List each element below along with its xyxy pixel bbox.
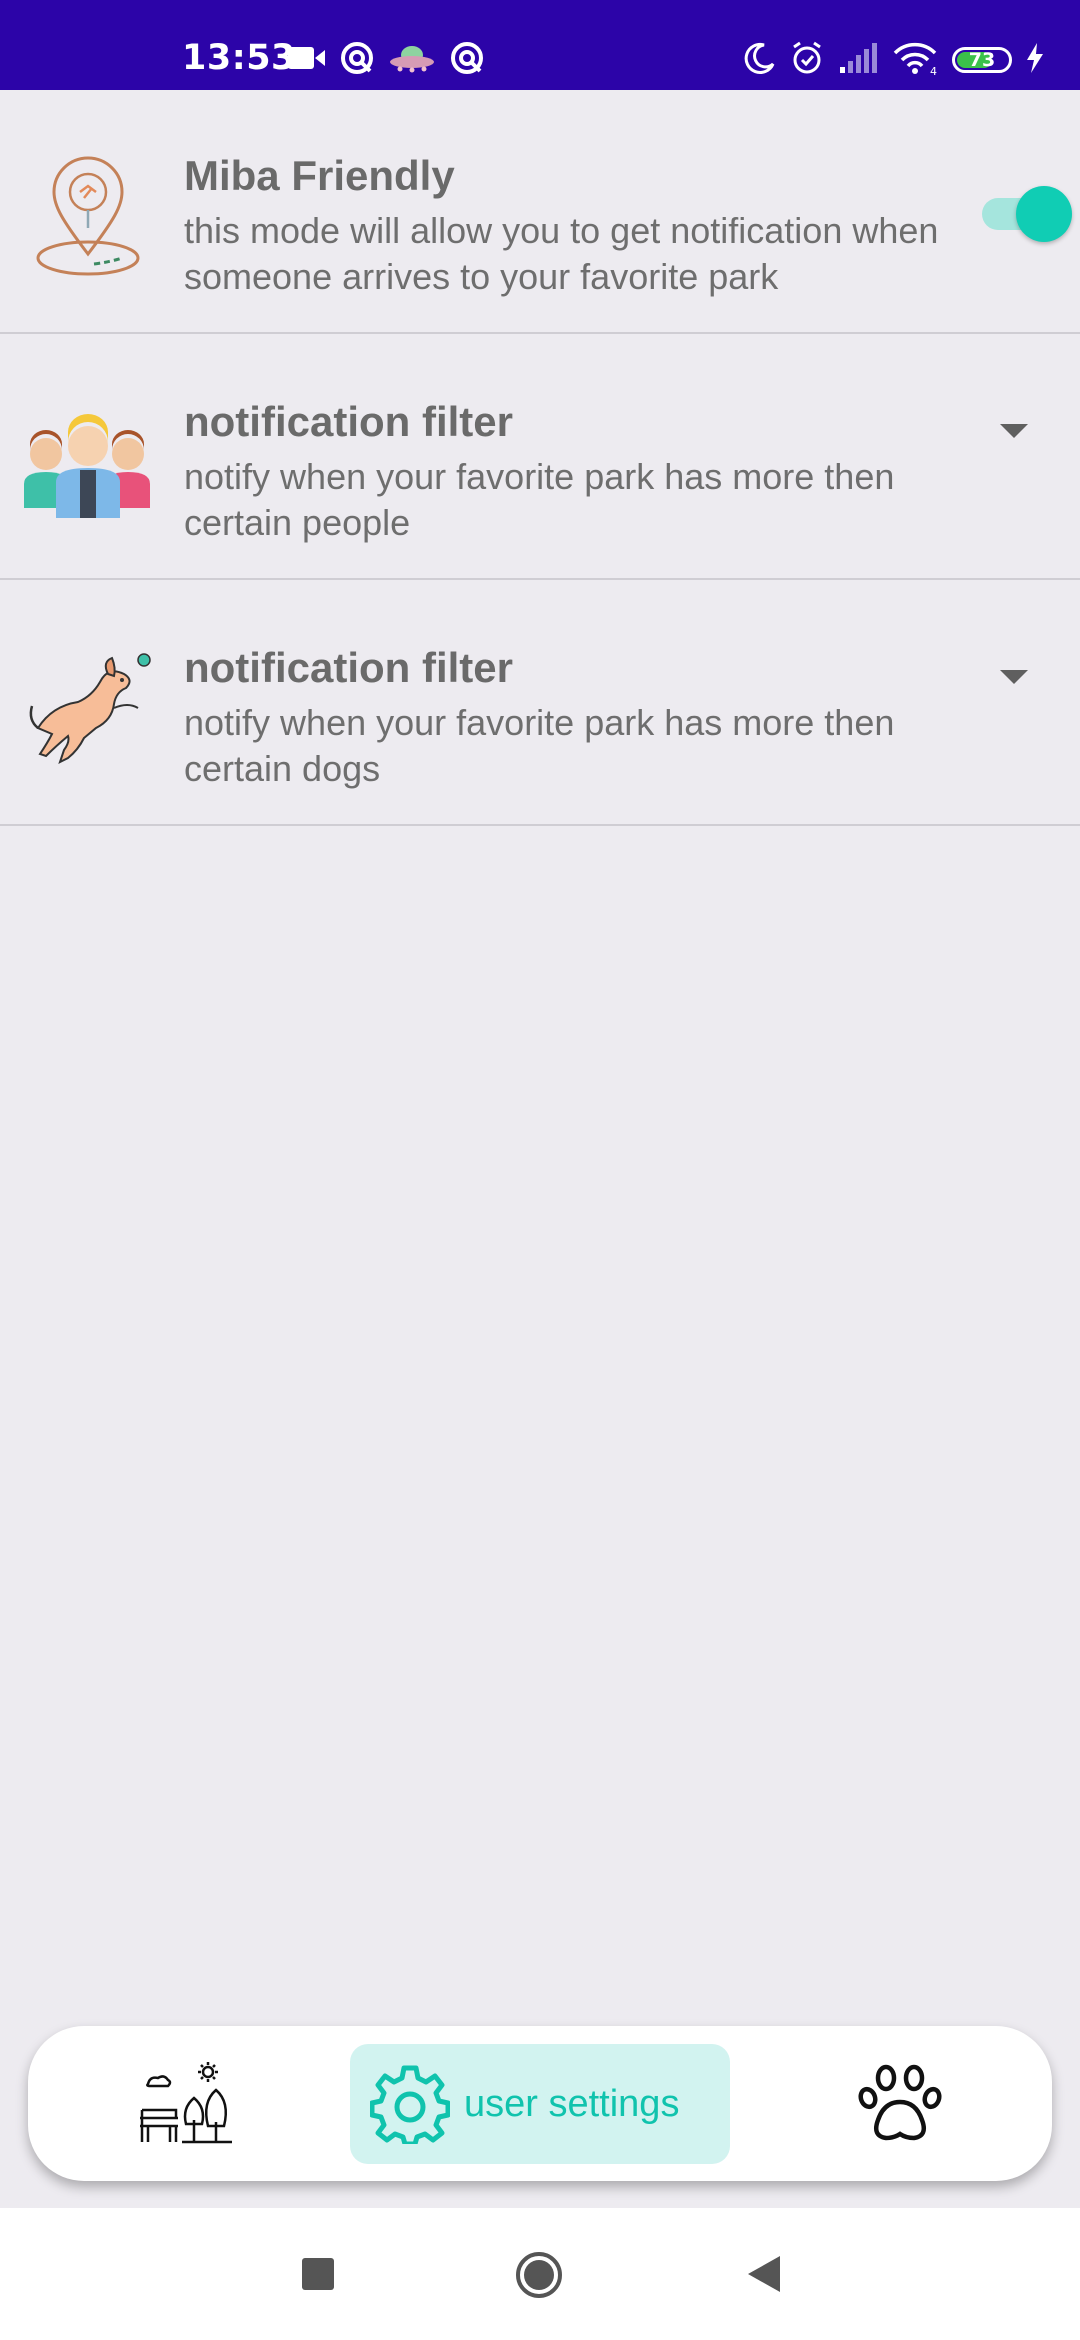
paw-icon[interactable]: [858, 2064, 942, 2144]
toggle-thumb: [1016, 186, 1072, 242]
charging-icon: [1026, 42, 1044, 78]
miba-friendly-description: this mode will allow you to get notifica…: [184, 210, 939, 297]
park-bench-trees-icon[interactable]: [138, 2062, 234, 2146]
signal-icon: [838, 42, 878, 78]
setting-row-miba-friendly: Miba Friendly this mode will allow you t…: [0, 90, 1080, 334]
status-left-icons: [288, 41, 484, 80]
setting-row-dogs-filter[interactable]: notification filter notify when your fav…: [0, 582, 1080, 826]
user-settings-tab[interactable]: user settings: [350, 2044, 730, 2164]
svg-text:4: 4: [930, 65, 937, 75]
back-button[interactable]: [746, 2254, 782, 2294]
chevron-down-icon[interactable]: [1000, 670, 1028, 684]
battery-level: 73: [968, 49, 996, 71]
jumping-dog-icon: [22, 646, 154, 778]
dogs-filter-title: notification filter: [184, 644, 513, 691]
people-group-icon: [22, 408, 154, 540]
battery-icon: 73: [952, 47, 1012, 73]
miba-friendly-toggle[interactable]: [982, 186, 1072, 242]
home-button[interactable]: [514, 2250, 564, 2300]
user-settings-label: user settings: [464, 2082, 680, 2125]
alarm-icon: [790, 41, 824, 80]
chevron-down-icon[interactable]: [1000, 424, 1028, 438]
bottom-navigation: user settings: [28, 2026, 1052, 2181]
setting-row-people-filter[interactable]: notification filter notify when your fav…: [0, 336, 1080, 580]
system-navigation-bar: [0, 2208, 1080, 2340]
video-camera-icon: [288, 45, 326, 76]
status-right-icons: 4 73: [744, 40, 1044, 80]
location-pin-dog-icon: [22, 154, 154, 286]
people-filter-description: notify when your favorite park has more …: [184, 456, 895, 543]
recent-apps-button[interactable]: [302, 2258, 334, 2290]
gear-icon: [369, 2064, 451, 2147]
wifi-icon: 4: [892, 41, 938, 80]
miba-friendly-title: Miba Friendly: [184, 152, 455, 199]
status-bar: 13:53 4 73: [0, 0, 1080, 90]
dogs-filter-description: notify when your favorite park has more …: [184, 702, 895, 789]
moon-icon: [744, 42, 776, 79]
people-filter-title: notification filter: [184, 398, 513, 445]
status-time: 13:53: [182, 38, 296, 78]
ufo-notification-icon: [388, 43, 436, 78]
app-notification-icon: [450, 41, 484, 80]
app-notification-icon: [340, 41, 374, 80]
